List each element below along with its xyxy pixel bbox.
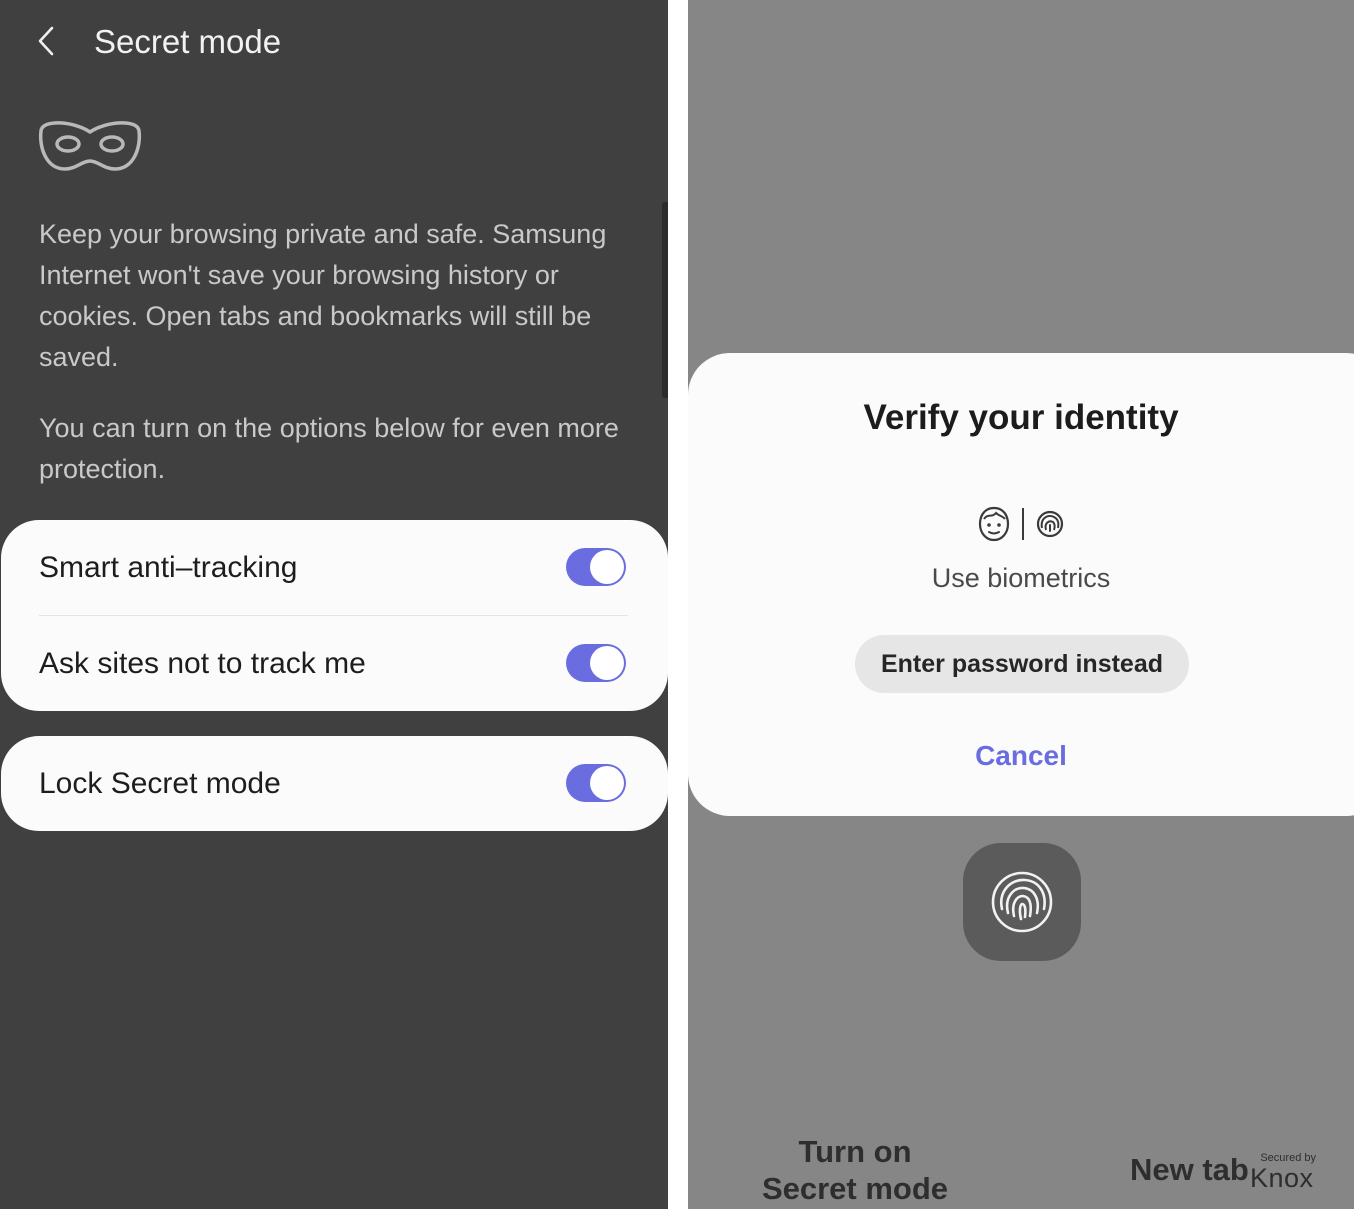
turn-on-line1: Turn on [798,1134,912,1169]
smart-anti-tracking-label: Smart anti–tracking [39,551,298,584]
smart-anti-tracking-row[interactable]: Smart anti–tracking [1,520,668,616]
knox-badge: Secured by Knox [1250,1152,1316,1192]
back-button[interactable] [30,20,70,62]
secret-mode-settings-screen: Secret mode Keep your browsing private a… [0,0,668,1209]
fingerprint-icon [1036,510,1064,538]
fingerprint-sensor-button[interactable] [963,843,1081,961]
turn-on-secret-mode-button[interactable]: Turn on Secret mode [740,1133,970,1207]
toggle-knob [590,766,624,800]
toggle-knob [590,550,624,584]
panel-separator [668,0,688,1209]
lock-secret-mode-toggle[interactable] [566,764,626,802]
chevron-left-icon [38,26,54,56]
smart-anti-tracking-toggle[interactable] [566,548,626,586]
fingerprint-icon [991,871,1053,933]
verify-identity-screen [688,0,1354,1209]
lock-settings-card: Lock Secret mode [1,736,668,831]
page-title: Secret mode [94,23,282,60]
ask-not-track-row[interactable]: Ask sites not to track me [1,616,668,711]
cancel-button[interactable]: Cancel [688,737,1354,775]
new-tab-button[interactable]: New tab [1130,1150,1249,1190]
biometric-icons [978,506,1064,542]
mask-icon [38,121,142,171]
knox-logo: Knox [1250,1163,1314,1193]
ask-not-track-toggle[interactable] [566,644,626,682]
enter-password-button[interactable]: Enter password instead [855,635,1189,693]
toggle-knob [590,646,624,680]
face-icon [978,506,1010,542]
secret-mode-description: Keep your browsing private and safe. Sam… [39,219,607,372]
options-hint: You can turn on the options below for ev… [39,413,619,484]
use-biometrics-label: Use biometrics [931,563,1111,593]
tracking-settings-card: Smart anti–tracking Ask sites not to tra… [1,520,668,711]
dialog-title: Verify your identity [863,398,1179,437]
lock-secret-mode-label: Lock Secret mode [39,767,281,800]
lock-secret-mode-row[interactable]: Lock Secret mode [1,736,668,831]
ask-not-track-label: Ask sites not to track me [39,647,366,680]
turn-on-line2: Secret mode [761,1171,949,1206]
